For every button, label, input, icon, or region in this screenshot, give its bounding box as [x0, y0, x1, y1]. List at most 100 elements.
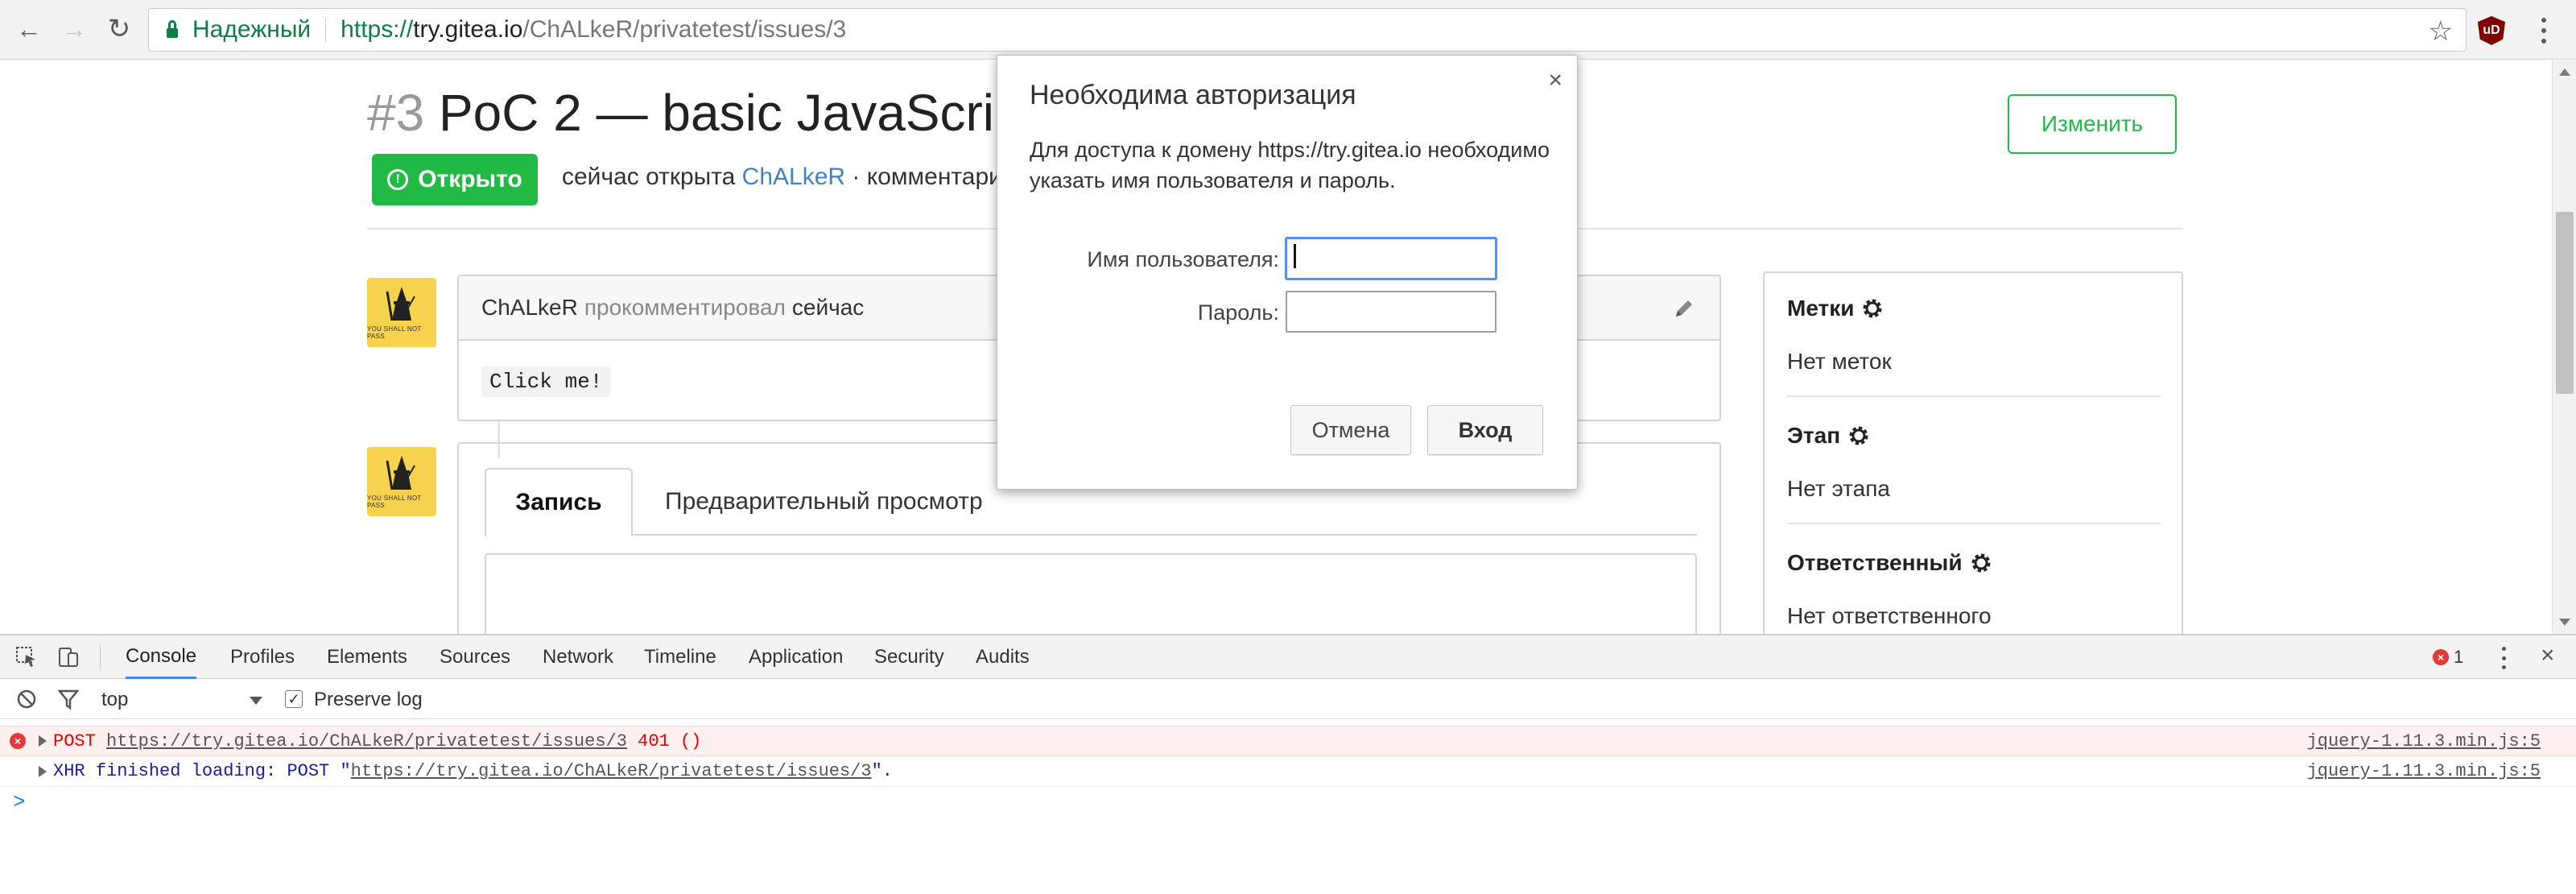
labels-section: Метки Нет меток	[1787, 296, 2161, 375]
avatar[interactable]: YOU SHALL NOT PASS	[367, 278, 436, 347]
clear-console-icon[interactable]	[14, 687, 39, 711]
edit-issue-button[interactable]: Изменить	[2008, 94, 2177, 154]
console-filter-bar: top ✓ Preserve log	[0, 679, 2576, 719]
expand-arrow-icon[interactable]	[39, 735, 47, 747]
assignee-section: Ответственный Нет ответственного	[1787, 550, 2161, 629]
issue-meta: сейчас открыта ChALkeR · комментариев	[562, 163, 1029, 191]
forward-button[interactable]: →	[56, 11, 92, 47]
inspect-element-icon[interactable]	[14, 645, 39, 669]
devtools-close-icon[interactable]: ×	[2541, 642, 2555, 669]
reload-button[interactable]: ↻	[101, 11, 137, 47]
code-snippet: Click me!	[481, 366, 611, 397]
request-url-link[interactable]: https://try.gitea.io/ChALkeR/privatetest…	[106, 731, 627, 751]
scroll-up-icon[interactable]	[2559, 68, 2570, 76]
dialog-title: Необходима авторизация	[1030, 80, 1356, 110]
tab-write[interactable]: Запись	[485, 468, 633, 537]
labels-title: Метки	[1787, 296, 1855, 321]
username-field[interactable]	[1286, 238, 1496, 279]
console-prompt[interactable]: >	[13, 790, 26, 814]
scroll-thumb[interactable]	[2556, 212, 2574, 394]
back-button[interactable]: ←	[11, 11, 47, 47]
avatar-caption: YOU SHALL NOT PASS	[367, 325, 422, 340]
error-counter[interactable]: × 1	[2433, 647, 2463, 668]
tab-sources[interactable]: Sources	[440, 635, 510, 679]
comment-textarea[interactable]	[485, 553, 1697, 634]
wizard-avatar-icon	[386, 456, 415, 490]
auth-dialog: × Необходима авторизация Для доступа к д…	[997, 55, 1578, 490]
expand-arrow-icon[interactable]	[39, 765, 47, 777]
issue-title: #3 PoC 2 — basic JavaScrip	[367, 83, 1023, 143]
author-link[interactable]: ChALkeR	[742, 163, 845, 190]
source-link[interactable]: jquery-1.11.3.min.js:5	[2307, 761, 2541, 781]
chevron-down-icon[interactable]	[250, 697, 262, 705]
console-message: XHR finished loading: POST "https://try.…	[0, 756, 2576, 787]
status-label: Открыто	[418, 166, 522, 192]
pencil-icon[interactable]	[1673, 297, 1695, 320]
error-icon: ×	[2433, 649, 2449, 665]
devtools-menu-icon[interactable]	[2500, 647, 2507, 669]
issue-sidebar: Метки Нет меток Этап Нет этапа Ответстве…	[1763, 271, 2183, 634]
console-message: × POST https://try.gitea.io/ChALkeR/priv…	[0, 726, 2576, 756]
text-caret	[1294, 244, 1296, 268]
tab-preview[interactable]: Предварительный просмотр	[657, 468, 991, 536]
preserve-log-checkbox[interactable]: ✓	[285, 690, 303, 708]
status-badge: ! Открыто	[372, 154, 538, 205]
ublock-extension-icon[interactable]: uD	[2478, 16, 2505, 45]
comment-author[interactable]: ChALkeR	[481, 295, 578, 321]
tab-security[interactable]: Security	[874, 635, 944, 679]
comment-action: прокомментировал	[584, 295, 786, 320]
tab-elements[interactable]: Elements	[327, 635, 407, 679]
close-icon[interactable]: ×	[1548, 67, 1563, 94]
request-url-link[interactable]: https://try.gitea.io/ChALkeR/privatetest…	[351, 761, 872, 781]
cancel-button[interactable]: Отмена	[1290, 405, 1411, 455]
secure-label: Надежный	[192, 16, 312, 43]
gear-icon[interactable]	[1847, 424, 1871, 448]
page-scrollbar[interactable]	[2552, 60, 2576, 634]
username-label: Имя пользователя:	[1087, 247, 1279, 271]
browser-toolbar: ← → ↻ Надежный https:// try.gitea.io /Ch…	[0, 0, 2576, 60]
gear-icon[interactable]	[1860, 296, 1885, 321]
bookmark-star-icon[interactable]: ☆	[2429, 15, 2453, 48]
source-link[interactable]: jquery-1.11.3.min.js:5	[2307, 731, 2541, 751]
scroll-down-icon[interactable]	[2559, 619, 2570, 626]
url-host: try.gitea.io	[413, 16, 523, 43]
devtools-toolbar: Console Profiles Elements Sources Networ…	[0, 635, 2576, 679]
filter-icon[interactable]	[56, 687, 80, 711]
tab-timeline[interactable]: Timeline	[644, 635, 716, 679]
url-scheme: https://	[341, 16, 414, 43]
address-bar[interactable]: Надежный https:// try.gitea.io /ChALkeR/…	[148, 8, 2467, 52]
tab-application[interactable]: Application	[749, 635, 843, 679]
toolbar-divider	[100, 644, 101, 671]
login-button[interactable]: Вход	[1427, 405, 1543, 455]
tab-network[interactable]: Network	[543, 635, 613, 679]
comment-time: сейчас	[791, 295, 865, 320]
assignee-value: Нет ответственного	[1787, 603, 1992, 628]
error-count: 1	[2454, 647, 2464, 667]
message-suffix: 401 ()	[626, 731, 702, 751]
meta-opened: сейчас открыта	[562, 163, 736, 190]
password-field[interactable]	[1286, 291, 1496, 333]
avatar-caption: YOU SHALL NOT PASS	[367, 495, 422, 509]
browser-menu-icon[interactable]	[2536, 14, 2552, 47]
milestone-section: Этап Нет этапа	[1787, 423, 2161, 502]
issue-title-text: PoC 2 — basic JavaScrip	[438, 84, 1023, 142]
wizard-avatar-icon	[386, 287, 415, 321]
tab-audits[interactable]: Audits	[976, 635, 1030, 679]
avatar[interactable]: YOU SHALL NOT PASS	[367, 447, 436, 516]
issue-number: #3	[367, 84, 425, 142]
context-selector[interactable]: top	[101, 689, 128, 711]
labels-value: Нет меток	[1787, 349, 1892, 374]
milestone-value: Нет этапа	[1787, 476, 1890, 501]
tab-console[interactable]: Console	[126, 635, 197, 679]
devtools-panel: Console Profiles Elements Sources Networ…	[0, 634, 2576, 894]
gear-icon[interactable]	[1969, 551, 1993, 575]
milestone-title: Этап	[1787, 423, 1841, 448]
message-prefix: POST	[53, 731, 107, 751]
device-toolbar-icon[interactable]	[56, 645, 80, 669]
preserve-log-label: Preserve log	[314, 689, 423, 710]
url-path: /ChALkeR/privatetest/issues/3	[522, 16, 847, 43]
assignee-title: Ответственный	[1787, 550, 1963, 575]
lock-icon	[167, 20, 178, 38]
message-suffix: ".	[871, 761, 893, 781]
tab-profiles[interactable]: Profiles	[230, 635, 295, 679]
